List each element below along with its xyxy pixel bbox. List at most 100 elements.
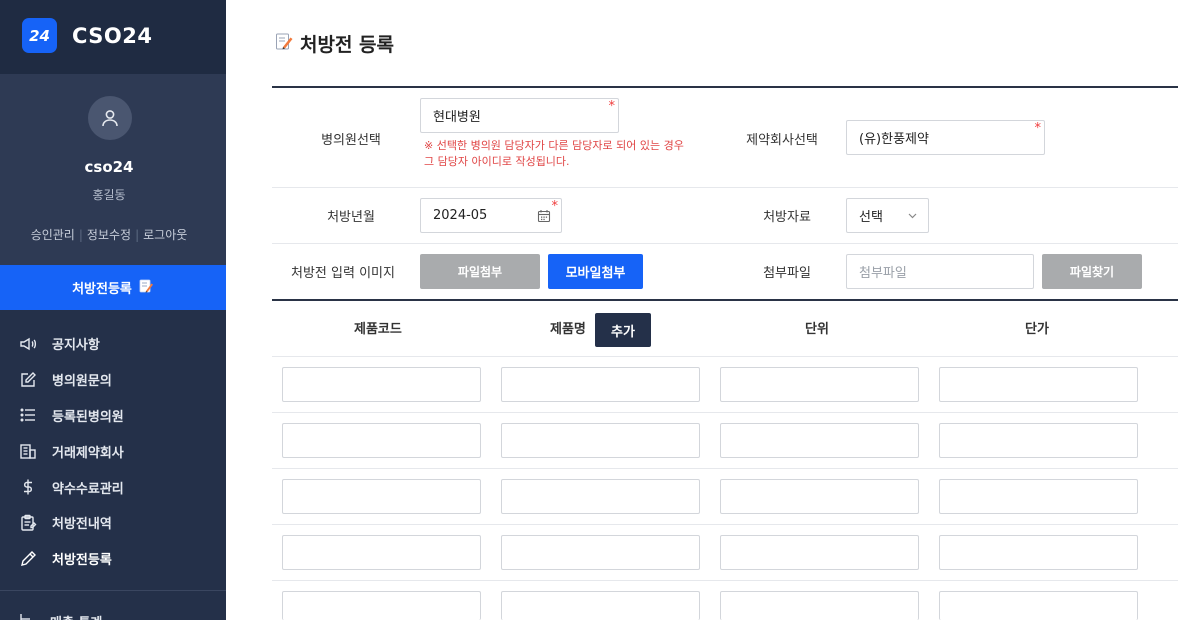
sidebar-menu: 공지사항 병의원문의 등록된병의원 거래제약회사 약수수료관리 처방전내역 처방… [0,326,226,577]
chart-icon [18,610,36,620]
sidebar-item-registered-hospitals[interactable]: 등록된병의원 [0,398,226,434]
sidebar-item-label: 거래제약회사 [52,445,124,461]
attach-file-input[interactable]: 첨부파일 [846,254,1034,289]
brand-logo[interactable]: 24 [22,18,57,53]
list-icon [18,405,38,425]
profile-id: cso24 [84,158,134,176]
active-menu-label: 처방전등록 [72,282,132,297]
required-mark: * [551,199,559,214]
column-header-unit: 단위 [805,322,829,337]
page-title-text: 처방전 등록 [300,34,395,56]
price-input[interactable] [939,423,1138,458]
month-label: 처방년월 [327,210,375,225]
material-select[interactable]: 선택 [846,198,929,233]
clipboard-icon [18,513,38,533]
brand-header: 24 CSO24 [0,0,226,74]
megaphone-icon [18,334,38,354]
edit-info-link[interactable]: 정보수정 [87,228,131,242]
mobile-attach-button[interactable]: 모바일첨부 [548,254,643,289]
sidebar-item-prescription-history[interactable]: 처방전내역 [0,505,226,541]
find-file-button[interactable]: 파일찾기 [1042,254,1142,289]
attach-file-placeholder: 첨부파일 [859,266,907,281]
logout-link[interactable]: 로그아웃 [143,228,187,242]
hospital-label: 병의원선택 [321,133,381,148]
price-input[interactable] [939,479,1138,514]
pencil-icon [18,549,38,569]
edit-icon [18,370,38,390]
hospital-select[interactable]: 현대병원 * [420,98,619,133]
form-top-border [272,86,1178,88]
column-header-price: 단가 [1025,322,1049,337]
sidebar-item-label: 병의원문의 [52,374,112,390]
sidebar: 24 CSO24 cso24 홍길동 승인관리 | 정보수정 | 로그아웃 처방전등록 [0,0,226,620]
product-code-input[interactable] [282,367,481,402]
row-divider [272,580,1178,581]
sidebar-item-label: 약수수료관리 [52,481,124,497]
product-name-input[interactable] [501,423,700,458]
sidebar-item-label: 등록된병의원 [52,409,124,425]
sidebar-item-prescription-register[interactable]: 처방전등록 [0,541,226,577]
main-content: 처방전 등록 병의원선택 현대병원 * ※ 선택한 병의원 담당자가 다른 담당… [226,0,1200,620]
dollar-icon [18,477,38,497]
calendar-icon[interactable] [537,209,551,227]
product-name-input[interactable] [501,535,700,570]
unit-input[interactable] [720,591,919,620]
sidebar-item-commission[interactable]: 약수수료관리 [0,469,226,505]
product-code-input[interactable] [282,535,481,570]
month-picker-value: 2024-05 [433,208,488,223]
unit-input[interactable] [720,535,919,570]
page-title: 처방전 등록 [274,30,394,57]
sidebar-item-label: 처방전등록 [52,553,112,569]
brand-name[interactable]: CSO24 [72,24,153,48]
image-label: 처방전 입력 이미지 [291,266,395,281]
hospital-notice: ※ 선택한 병의원 담당자가 다른 담당자로 되어 있는 경우 그 담당자 아이… [424,138,724,170]
column-header-product-code: 제품코드 [354,322,402,337]
price-input[interactable] [939,367,1138,402]
sidebar-item-label: 매출 통계 [50,612,102,620]
profile-panel: cso24 홍길동 승인관리 | 정보수정 | 로그아웃 [0,74,226,265]
pharma-label: 제약회사선택 [746,133,818,148]
chevron-down-icon [907,210,918,225]
prescription-pencil-icon [138,278,154,298]
sidebar-item-sales-stats[interactable]: 매출 통계 [18,610,102,620]
material-label: 처방자료 [763,210,811,225]
required-mark: * [1034,121,1042,136]
product-code-input[interactable] [282,591,481,620]
required-mark: * [608,99,616,114]
profile-links: 승인관리 | 정보수정 | 로그아웃 [30,228,188,242]
column-header-product-name: 제품명 [550,322,586,337]
add-product-button[interactable]: 추가 [595,313,651,347]
unit-input[interactable] [720,479,919,514]
unit-input[interactable] [720,367,919,402]
form-bottom-border [272,299,1178,301]
row-divider [272,187,1178,188]
building-icon [18,441,38,461]
product-name-input[interactable] [501,591,700,620]
hospital-select-value: 현대병원 [433,110,481,125]
row-divider [272,243,1178,244]
hospital-notice-line-1: ※ 선택한 병의원 담당자가 다른 담당자로 되어 있는 경우 [424,139,684,152]
sidebar-item-hospital-inquiry[interactable]: 병의원문의 [0,362,226,398]
month-picker[interactable]: 2024-05 * [420,198,562,233]
product-code-input[interactable] [282,479,481,514]
row-divider [272,468,1178,469]
sidebar-item-notice[interactable]: 공지사항 [0,326,226,362]
sidebar-divider [0,590,226,591]
price-input[interactable] [939,591,1138,620]
product-name-input[interactable] [501,367,700,402]
active-menu-prescription-register[interactable]: 처방전등록 [0,265,226,310]
sidebar-item-partner-pharma[interactable]: 거래제약회사 [0,433,226,469]
approval-link[interactable]: 승인관리 [31,228,75,242]
row-divider [272,356,1178,357]
material-select-value: 선택 [859,210,883,225]
row-divider [272,412,1178,413]
price-input[interactable] [939,535,1138,570]
memo-pencil-icon [274,31,294,56]
pharma-select[interactable]: (유)한풍제약 * [846,120,1045,155]
hospital-notice-line-2: 그 담당자 아이디로 작성됩니다. [424,155,570,168]
product-code-input[interactable] [282,423,481,458]
profile-name: 홍길동 [92,188,126,202]
unit-input[interactable] [720,423,919,458]
file-attach-button[interactable]: 파일첨부 [420,254,540,289]
product-name-input[interactable] [501,479,700,514]
